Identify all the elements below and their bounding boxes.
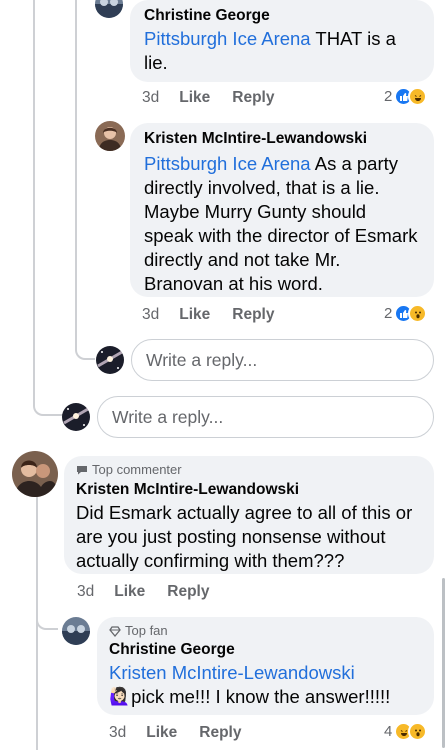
comment-actions: 3d Like Reply [109,724,263,742]
wow-icon [408,722,428,741]
reply-button[interactable]: Reply [232,89,274,107]
mention-link[interactable]: Pittsburgh Ice Arena [144,153,311,174]
comment-actions: 3d Like Reply [142,306,296,324]
comment-text: As a party directly involved, that is a … [144,153,418,294]
reaction-count: 4 [384,723,393,740]
timestamp[interactable]: 3d [142,89,159,107]
badge-label: Top commenter [92,462,182,477]
avatar[interactable] [12,451,58,497]
diamond-icon [109,625,121,637]
mention-link[interactable]: Pittsburgh Ice Arena [144,28,311,49]
comment-author[interactable]: Kristen McIntire-Lewandowski [144,130,420,148]
wow-icon [408,304,428,323]
comment-bubble: Kristen McIntire-Lewandowski Pittsburgh … [130,123,434,297]
raising-hand-icon: 🙋🏻‍♀️ [109,687,131,706]
timestamp[interactable]: 3d [77,583,94,601]
avatar[interactable] [62,617,90,645]
current-user-avatar [96,346,124,374]
reply-button[interactable]: Reply [232,306,274,324]
top-commenter-badge: Top commenter [76,462,422,477]
comment-bubble: Christine George Pittsburgh Ice Arena TH… [130,0,434,82]
thread-curve-inner [75,340,95,360]
comment-bubble: Top commenter Kristen McIntire-Lewandows… [64,456,434,574]
comment-author[interactable]: Kristen McIntire-Lewandowski [76,481,422,499]
reply-input[interactable]: Write a reply... [97,396,434,438]
reaction-count: 2 [384,305,393,322]
top-fan-badge: Top fan [109,623,422,638]
reaction-summary[interactable]: 2 [384,304,428,323]
reply-button[interactable]: Reply [167,583,209,601]
reaction-summary[interactable]: 2 [384,87,428,106]
current-user-avatar [62,403,90,431]
comment-badge-icon [77,465,87,474]
reply-placeholder: Write a reply... [146,349,258,370]
comment-text: pick me!!! I know the answer!!!!! [131,686,391,707]
reply-button[interactable]: Reply [199,724,241,742]
mention-link[interactable]: Kristen McIntire-Lewandowski [109,661,422,685]
thread-curve-bottom [36,610,58,630]
badge-label: Top fan [125,623,168,638]
reply-input[interactable]: Write a reply... [131,339,434,381]
like-button[interactable]: Like [114,583,145,601]
reaction-summary[interactable]: 4 [384,722,428,741]
like-button[interactable]: Like [179,89,210,107]
avatar[interactable] [95,121,125,151]
thread-line-outer [33,0,35,400]
haha-icon [408,87,428,106]
like-button[interactable]: Like [179,306,210,324]
comment-bubble: Top fan Christine George Kristen McIntir… [97,617,434,715]
timestamp[interactable]: 3d [109,724,126,742]
thread-line-inner [75,0,77,343]
comment-actions: 3d Like Reply [142,89,296,107]
comment-actions: 3d Like Reply [77,583,231,601]
reply-placeholder: Write a reply... [112,406,224,427]
comment-author[interactable]: Christine George [144,7,420,25]
avatar[interactable] [95,0,123,18]
like-button[interactable]: Like [146,724,177,742]
comment-author[interactable]: Christine George [109,641,422,659]
comment-text: Did Esmark actually agree to all of this… [76,502,413,571]
thread-curve-outer [33,398,63,416]
scrollbar[interactable] [442,578,445,748]
timestamp[interactable]: 3d [142,306,159,324]
reaction-count: 2 [384,88,393,105]
